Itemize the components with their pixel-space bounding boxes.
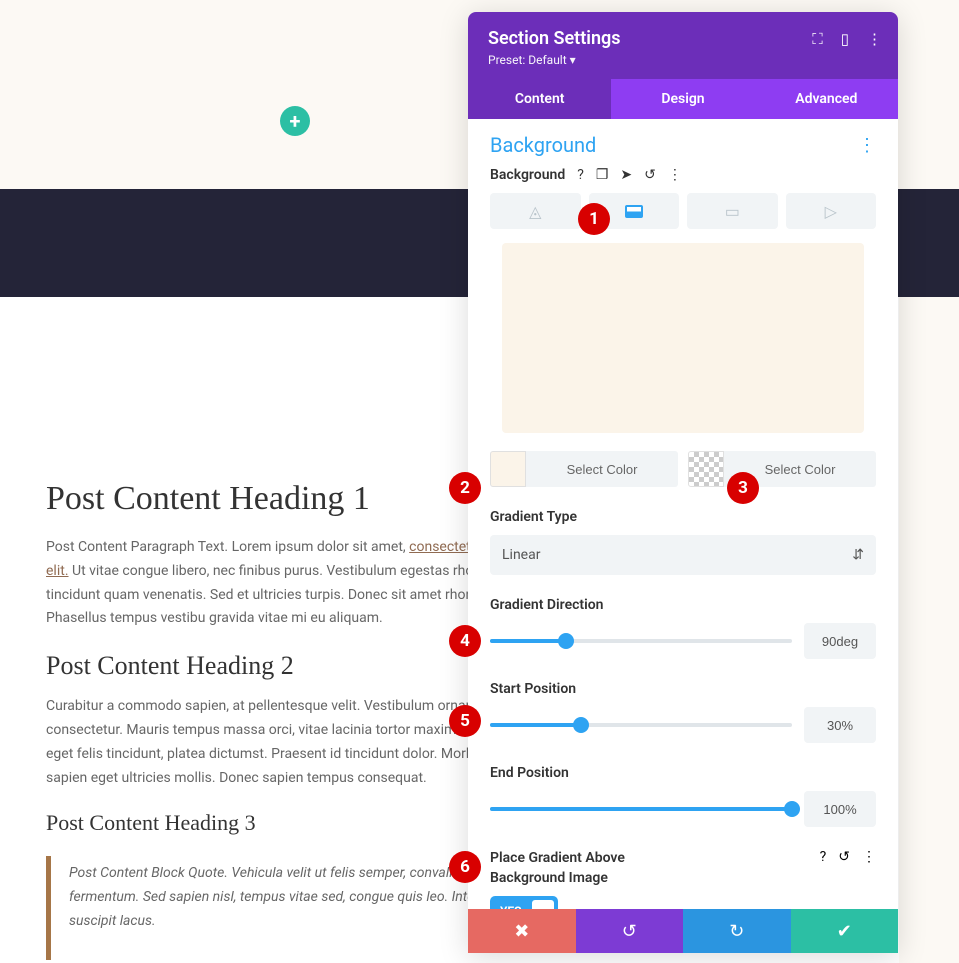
place-gradient-label: Place Gradient Above Background Image — [490, 849, 670, 888]
end-position-slider[interactable] — [490, 807, 792, 811]
marker-3: 3 — [727, 472, 759, 504]
check-icon: ✔ — [837, 921, 852, 942]
panel-menu-icon[interactable]: ⋮ — [867, 30, 882, 48]
end-position-label: End Position — [490, 765, 876, 781]
toggle-yes-text: YES — [500, 904, 522, 909]
slider-thumb[interactable] — [784, 801, 800, 817]
tab-design[interactable]: Design — [611, 79, 754, 119]
video-icon: ▷ — [825, 202, 837, 221]
redo-icon: ↻ — [729, 921, 744, 942]
start-position-input[interactable] — [804, 707, 876, 743]
page-right-band — [899, 297, 959, 963]
marker-4: 4 — [449, 625, 481, 657]
marker-2: 2 — [449, 472, 481, 504]
field-menu-icon[interactable]: ⋮ — [668, 167, 682, 183]
help-icon[interactable]: ? — [820, 849, 827, 865]
gradient-icon — [625, 205, 643, 218]
end-position-input[interactable] — [804, 791, 876, 827]
marker-6: 6 — [449, 851, 481, 883]
select-color-1-button[interactable]: Select Color — [526, 451, 678, 487]
redo-button[interactable]: ↻ — [683, 909, 791, 953]
start-position-slider[interactable] — [490, 723, 792, 727]
gradient-color-2-swatch[interactable] — [688, 451, 724, 487]
paint-bucket-icon: ◬ — [529, 202, 541, 221]
undo-icon: ↺ — [622, 921, 637, 942]
panel-body: Background ⋮ Background ? ❐ ➤ ↺ ⋮ ◬ — [468, 119, 898, 909]
panel-tabs: Content Design Advanced — [468, 79, 898, 119]
background-preview — [502, 243, 864, 433]
field-menu-icon[interactable]: ⋮ — [862, 849, 876, 865]
gradient-direction-label: Gradient Direction — [490, 597, 876, 613]
gradient-type-label: Gradient Type — [490, 509, 876, 525]
save-button[interactable]: ✔ — [791, 909, 899, 953]
para1-text-b: Ut vitae congue libero, nec finibus puru… — [46, 563, 539, 627]
gradient-direction-input[interactable] — [804, 623, 876, 659]
place-gradient-toggle[interactable]: YES — [490, 896, 558, 909]
toggle-knob — [532, 900, 554, 909]
marker-1: 1 — [578, 203, 610, 235]
help-icon[interactable]: ? — [577, 167, 584, 183]
hover-icon[interactable]: ➤ — [620, 167, 632, 183]
marker-5: 5 — [449, 705, 481, 737]
panel-preset[interactable]: Preset: Default ▾ — [488, 53, 878, 67]
gradient-type-select[interactable]: Linear ⇵ — [490, 535, 876, 575]
reset-icon[interactable]: ↺ — [644, 167, 656, 183]
panel-header[interactable]: Section Settings Preset: Default ▾ ⛶ ▯ ⋮ — [468, 12, 898, 79]
slider-thumb[interactable] — [558, 633, 574, 649]
background-label: Background — [490, 167, 565, 183]
chevron-updown-icon: ⇵ — [852, 547, 864, 563]
undo-button[interactable]: ↺ — [576, 909, 684, 953]
expand-icon[interactable]: ⛶ — [812, 30, 823, 48]
image-icon: ▭ — [725, 202, 740, 221]
section-settings-panel: Section Settings Preset: Default ▾ ⛶ ▯ ⋮… — [468, 12, 898, 953]
slider-thumb[interactable] — [573, 717, 589, 733]
close-icon: ✖ — [514, 921, 529, 942]
gradient-color-1-swatch[interactable] — [490, 451, 526, 487]
add-section-button[interactable]: + — [280, 106, 310, 136]
gradient-type-value: Linear — [502, 547, 540, 563]
reset-icon[interactable]: ↺ — [838, 849, 850, 865]
bg-tab-video[interactable]: ▷ — [786, 193, 877, 229]
cancel-button[interactable]: ✖ — [468, 909, 576, 953]
start-position-label: Start Position — [490, 681, 876, 697]
para1-text-a: Post Content Paragraph Text. Lorem ipsum… — [46, 539, 409, 555]
gradient-direction-slider[interactable] — [490, 639, 792, 643]
tab-advanced[interactable]: Advanced — [755, 79, 898, 119]
panel-footer: ✖ ↺ ↻ ✔ — [468, 909, 898, 953]
tab-content[interactable]: Content — [468, 79, 611, 119]
section-menu-icon[interactable]: ⋮ — [858, 135, 876, 156]
device-icon[interactable]: ❐ — [596, 167, 609, 183]
section-heading-background[interactable]: Background — [490, 133, 596, 157]
plus-icon: + — [290, 109, 301, 133]
bg-tab-color[interactable]: ◬ — [490, 193, 581, 229]
columns-icon[interactable]: ▯ — [841, 30, 849, 48]
bg-tab-image[interactable]: ▭ — [687, 193, 778, 229]
